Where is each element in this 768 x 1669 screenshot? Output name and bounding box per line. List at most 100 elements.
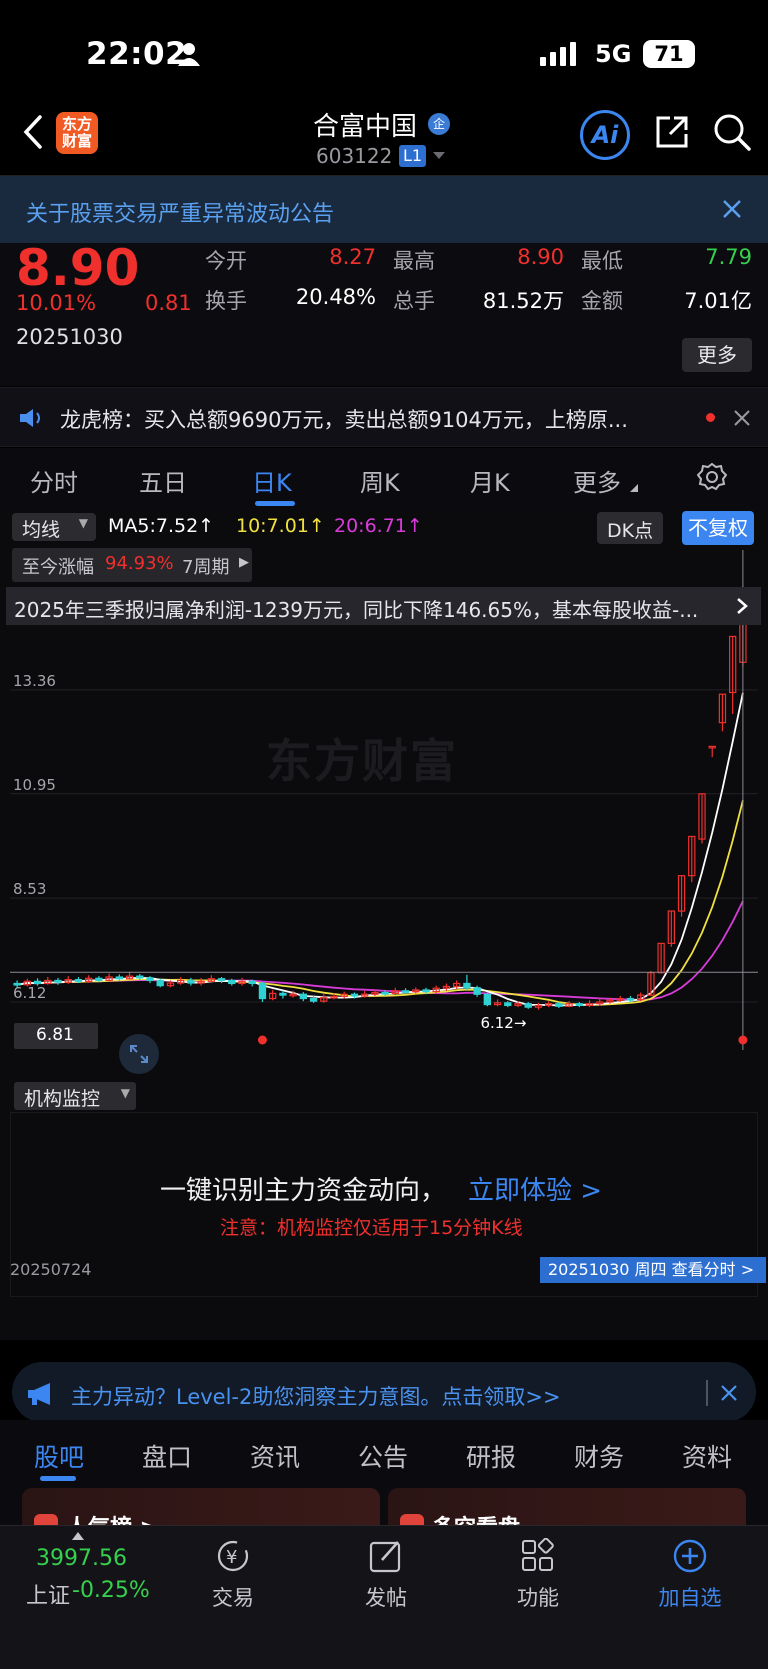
caret-up-icon bbox=[72, 1532, 84, 1540]
candle-body bbox=[350, 993, 359, 997]
expand-icon bbox=[130, 1045, 148, 1063]
open-label: 今开 bbox=[205, 249, 247, 273]
chevron-down-icon: ▼ bbox=[78, 516, 88, 530]
quote-panel: 8.90 10.01% 0.81 20251030 今开 8.27 最高 8.9… bbox=[0, 239, 768, 386]
status-time: 22:02 bbox=[86, 36, 188, 72]
indicator-select-label: 均线 bbox=[22, 519, 61, 541]
function-grid-icon[interactable] bbox=[520, 1538, 556, 1574]
tab-finance[interactable]: 财务 bbox=[574, 1438, 624, 1474]
trade-icon[interactable]: ¥ bbox=[213, 1538, 253, 1574]
low-value: 7.79 bbox=[705, 245, 752, 269]
kline-chart-panel: 均线 ▼ MA5:7.52↑ 10:7.01↑ 20:6.71↑ DK点 不复权 … bbox=[0, 510, 768, 1340]
promo-note: 注意：机构监控仅适用于15分钟K线 bbox=[220, 1217, 523, 1239]
tab-notices[interactable]: 公告 bbox=[358, 1438, 408, 1474]
tab-news[interactable]: 资讯 bbox=[250, 1438, 300, 1474]
stock-code: 603122 bbox=[316, 144, 393, 168]
status-bar: 22:02 5G 71 bbox=[0, 0, 768, 110]
tab-five-day[interactable]: 五日 bbox=[139, 463, 187, 498]
event-dot bbox=[257, 1035, 267, 1045]
share-icon[interactable] bbox=[652, 112, 692, 152]
report-strip[interactable]: 2025年三季报归属净利润-1239万元，同比下降146.65%，基本每股收益-… bbox=[6, 587, 761, 625]
dropdown-icon[interactable] bbox=[433, 152, 445, 160]
nav-add-watchlist[interactable]: 加自选 bbox=[630, 1582, 750, 1612]
search-icon[interactable] bbox=[712, 112, 752, 152]
announcement-text[interactable]: 关于股票交易严重异常波动公告 bbox=[26, 196, 334, 228]
turnover-label: 换手 bbox=[205, 289, 247, 313]
corner-arrow-icon bbox=[630, 484, 638, 492]
index-label[interactable]: 上证 bbox=[26, 1578, 70, 1610]
add-watchlist-icon[interactable] bbox=[672, 1538, 708, 1574]
tab-weekly-k[interactable]: 周K bbox=[360, 463, 400, 498]
watermark: 东方财富 bbox=[266, 734, 458, 788]
tab-guba[interactable]: 股吧 bbox=[34, 1438, 84, 1474]
bottom-nav: 3997.56 上证 -0.25% ¥ 交易 发帖 功能 加自选 bbox=[0, 1525, 768, 1669]
crosshair-price: 6.81 bbox=[14, 1023, 98, 1049]
candle-body bbox=[187, 979, 195, 984]
promo-main-text: 一键识别主力资金动向， bbox=[160, 1176, 447, 1206]
y-tick-label: 8.53 bbox=[13, 880, 46, 898]
chevron-right-icon[interactable] bbox=[736, 597, 748, 615]
candle-body bbox=[13, 982, 21, 986]
candlestick-chart[interactable]: 13.3610.958.536.1215.77→6.12→ bbox=[10, 550, 758, 1050]
amount-label: 金额 bbox=[581, 289, 623, 313]
tab-more[interactable]: 更多 bbox=[573, 463, 621, 498]
stock-name: 合富中国 bbox=[313, 112, 418, 142]
app-logo: 东方 财富 bbox=[56, 112, 98, 154]
tab-research[interactable]: 研报 bbox=[466, 1438, 516, 1474]
candle-body bbox=[422, 989, 430, 993]
announcement-banner[interactable]: 关于股票交易严重异常波动公告 bbox=[0, 176, 768, 243]
more-button[interactable]: 更多 bbox=[682, 338, 752, 372]
nav-post[interactable]: 发帖 bbox=[326, 1582, 446, 1612]
corp-badge: 企 bbox=[428, 113, 450, 135]
candle-body bbox=[95, 977, 103, 982]
nav-trade[interactable]: 交易 bbox=[173, 1582, 293, 1612]
open-value: 8.27 bbox=[329, 245, 376, 269]
nav-function[interactable]: 功能 bbox=[478, 1582, 598, 1612]
candle-body bbox=[33, 980, 42, 985]
y-tick-label: 6.12 bbox=[13, 984, 46, 1002]
ma20-line bbox=[16, 900, 744, 1001]
network-type: 5G bbox=[595, 40, 632, 68]
ai-button[interactable]: Ai bbox=[580, 110, 630, 160]
index-value[interactable]: 3997.56 bbox=[36, 1546, 127, 1571]
tab-monthly-k[interactable]: 月K bbox=[470, 463, 510, 498]
candle-body bbox=[381, 991, 389, 995]
gear-icon[interactable] bbox=[697, 462, 727, 492]
tab-intraday[interactable]: 分时 bbox=[30, 463, 78, 498]
turnover-value: 20.48% bbox=[295, 285, 376, 309]
index-pct[interactable]: -0.25% bbox=[72, 1578, 150, 1603]
tab-pankou[interactable]: 盘口 bbox=[142, 1438, 192, 1474]
back-icon[interactable] bbox=[22, 114, 44, 150]
close-icon[interactable] bbox=[721, 1385, 737, 1401]
candle-body bbox=[228, 979, 236, 985]
level-badge[interactable]: L1 bbox=[399, 145, 427, 167]
indicator-select[interactable]: 均线 ▼ bbox=[12, 513, 96, 541]
report-text[interactable]: 2025年三季报归属净利润-1239万元，同比下降146.65%，基本每股收益-… bbox=[14, 594, 724, 623]
candle-body bbox=[248, 980, 256, 985]
news-ticker[interactable]: 龙虎榜：买入总额9690万元，卖出总额9104万元，上榜原... bbox=[0, 387, 768, 447]
tab-daily-k[interactable]: 日K bbox=[252, 463, 292, 498]
close-icon[interactable] bbox=[734, 410, 750, 426]
monitor-select[interactable]: 机构监控 ▼ bbox=[14, 1082, 136, 1110]
news-text[interactable]: 龙虎榜：买入总额9690万元，卖出总额9104万元，上榜原... bbox=[60, 404, 685, 434]
candle-body bbox=[483, 993, 491, 1006]
dk-point-button[interactable]: DK点 bbox=[597, 512, 664, 544]
candle-body bbox=[258, 982, 267, 1000]
tab-profile[interactable]: 资料 bbox=[682, 1438, 732, 1474]
change-amount: 0.81 bbox=[145, 291, 192, 315]
ma10-line bbox=[16, 800, 744, 1006]
cursor-date-label[interactable]: 20251030 周四 查看分时 > bbox=[540, 1257, 766, 1283]
close-icon[interactable] bbox=[723, 200, 741, 218]
expand-button[interactable] bbox=[119, 1034, 159, 1074]
promo-link[interactable]: 立即体验 > bbox=[468, 1170, 602, 1207]
candle-body bbox=[136, 975, 144, 979]
no-adjust-button[interactable]: 不复权 bbox=[682, 511, 754, 545]
ma5-value: MA5:7.52↑ bbox=[108, 515, 215, 537]
candle-body bbox=[146, 977, 154, 982]
post-icon[interactable] bbox=[368, 1538, 404, 1574]
candle-body bbox=[463, 982, 471, 989]
app-screen: 22:02 5G 71 东方 财富 合富中国 企 603122 L1 Ai 关于… bbox=[0, 0, 768, 1669]
ad-text[interactable]: 主力异动？Level-2助您洞察主力意图。点击领取>> bbox=[71, 1381, 561, 1411]
change-percent: 10.01% bbox=[16, 291, 97, 315]
level2-ad[interactable]: 主力异动？Level-2助您洞察主力意图。点击领取>> bbox=[0, 1340, 768, 1422]
